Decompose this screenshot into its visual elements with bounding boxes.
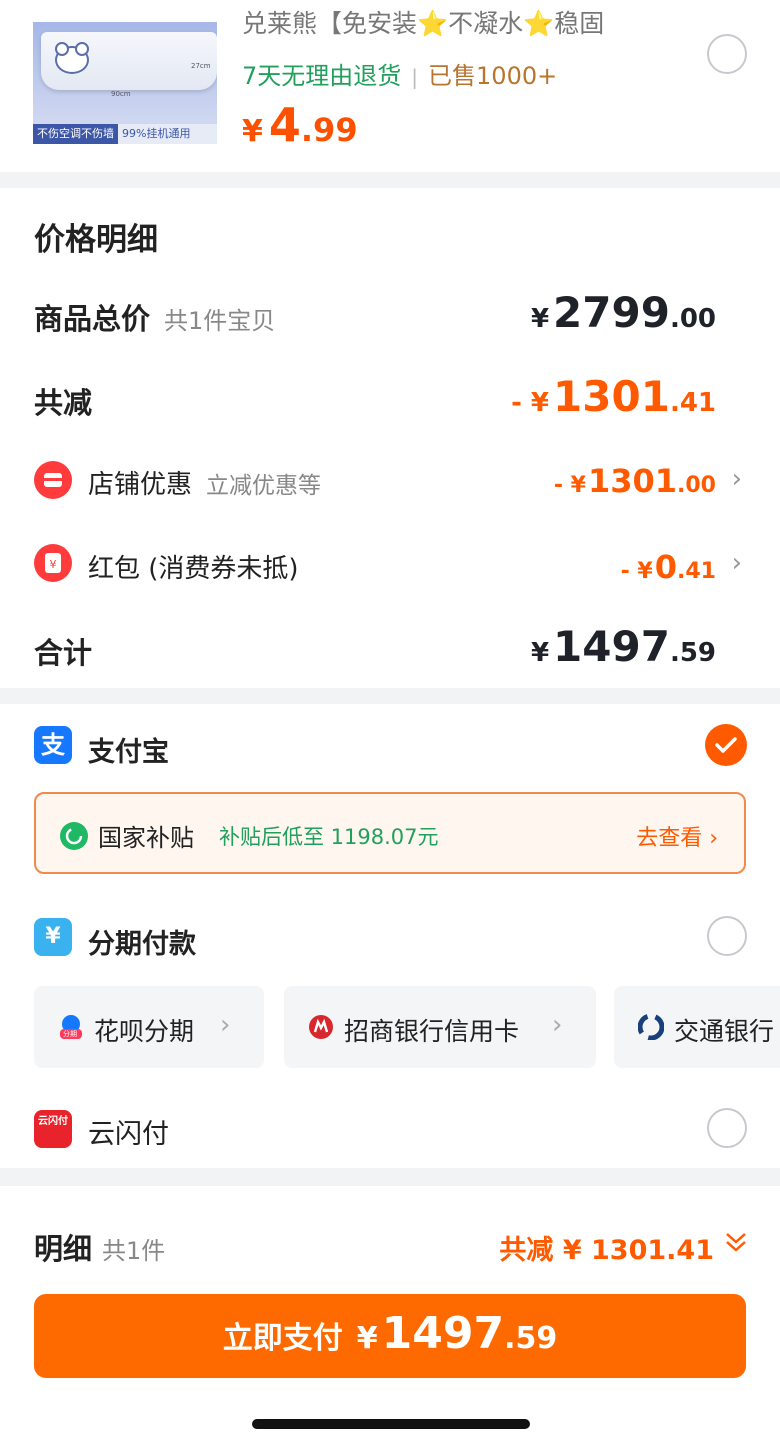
image-tag-left: 不伤空调不伤墙	[33, 124, 118, 144]
chip-huabei[interactable]: 分期 花呗分期 ›	[34, 986, 264, 1068]
shop-discount-amount[interactable]: - ¥1301.00	[554, 462, 716, 500]
price-detail-section: 价格明细 商品总价 共1件宝贝 ¥2799.00 共减 - ¥1301.41 店铺…	[0, 188, 780, 688]
chevron-right-icon: ›	[220, 1010, 231, 1040]
promo-divider: |	[411, 65, 419, 89]
amount-symbol: - ¥	[553, 473, 586, 498]
product-title[interactable]: 兑莱熊【免安装⭐不凝水⭐稳固	[242, 10, 604, 38]
product-image[interactable]: 27cm 90cm 不伤空调不伤墙 99%挂机通用	[33, 22, 217, 144]
amount-integer: 1497	[553, 622, 670, 671]
unionpay-option[interactable]: 云闪付	[88, 1112, 169, 1151]
payment-section: 支 支付宝 国家补贴 补贴后低至 1198.07元 去查看 › ¥ 分期付款 分…	[0, 704, 780, 1168]
summary-label[interactable]: 明细 共1件	[34, 1226, 165, 1268]
amount-decimal: .41	[677, 559, 716, 584]
red-packet-amount[interactable]: - ¥0.41	[621, 548, 716, 586]
amount-integer: 0	[654, 548, 678, 586]
home-indicator[interactable]	[252, 1419, 530, 1429]
amount-integer: 1301	[553, 372, 670, 421]
pay-now-label: 立即支付	[222, 1321, 343, 1356]
pay-now-integer: 1497	[381, 1308, 505, 1359]
total-amount: ¥1497.59	[531, 622, 716, 671]
amount-symbol: ¥	[530, 304, 550, 334]
image-tags: 不伤空调不伤墙 99%挂机通用	[33, 124, 217, 144]
shop-icon	[34, 461, 72, 499]
return-policy: 7天无理由退货	[242, 62, 402, 90]
installment-icon: ¥	[34, 918, 72, 956]
product-promo: 7天无理由退货 | 已售1000+	[242, 56, 557, 91]
image-dimension-a: 90cm	[111, 90, 131, 98]
amount-symbol: - ¥	[620, 559, 653, 584]
pay-now-symbol: ¥	[356, 1321, 378, 1356]
price-integer: 4	[268, 98, 301, 152]
shop-discount-sub: 立减优惠等	[206, 473, 322, 499]
unionpay-radio[interactable]	[707, 1108, 747, 1148]
red-packet-icon: ¥	[34, 544, 72, 582]
amount-decimal: .00	[677, 473, 716, 498]
bottom-bar: 明细 共1件 共减 ¥ 1301.41 立即支付 ¥1497.59	[0, 1186, 780, 1446]
pay-now-decimal: .59	[504, 1321, 558, 1356]
bocom-icon	[637, 1013, 665, 1044]
sold-count: 已售1000+	[428, 62, 558, 90]
amount-symbol: - ¥	[511, 388, 550, 418]
huabei-badge: 分期	[63, 1030, 77, 1038]
chip-label: 花呗分期	[94, 1017, 195, 1046]
product-card[interactable]: 27cm 90cm 不伤空调不伤墙 99%挂机通用 兑莱熊【免安装⭐不凝水⭐稳固…	[0, 0, 780, 172]
total-reduction-label: 共减	[34, 386, 93, 420]
pay-now-content: 立即支付 ¥1497.59	[223, 1308, 558, 1359]
unionpay-icon-text: 云闪付	[38, 1116, 68, 1127]
cmb-icon	[308, 1014, 334, 1044]
price-symbol: ¥	[242, 114, 263, 149]
price-detail-title: 价格明细	[34, 222, 158, 258]
goods-count: 共1件宝贝	[164, 307, 276, 335]
chevron-right-icon: ›	[552, 1010, 563, 1040]
subsidy-description: 补贴后低至 1198.07元	[219, 825, 439, 849]
pay-now-button[interactable]: 立即支付 ¥1497.59	[34, 1294, 746, 1378]
subsidy-label: 国家补贴	[98, 824, 194, 852]
amount-decimal: .41	[669, 388, 716, 418]
shop-discount-text: 店铺优惠	[88, 470, 193, 500]
alipay-option[interactable]: 支付宝	[88, 730, 169, 769]
chip-label: 交通银行	[674, 1017, 775, 1046]
alipay-icon: 支	[34, 726, 72, 764]
total-label: 合计	[34, 636, 93, 670]
subsidy-view-link[interactable]: 去查看 ›	[636, 820, 718, 852]
product-select-radio[interactable]	[707, 34, 747, 74]
alipay-selected-check-icon[interactable]	[705, 724, 747, 766]
unionpay-icon: 云闪付	[34, 1110, 72, 1148]
installment-radio[interactable]	[707, 916, 747, 956]
amount-decimal: .00	[669, 304, 716, 334]
goods-total-text: 商品总价	[34, 302, 151, 336]
chip-cmb[interactable]: 招商银行信用卡 ›	[284, 986, 596, 1068]
air-conditioner-cover-image: 27cm	[41, 32, 217, 90]
product-price: ¥4.99	[242, 98, 358, 152]
amount-integer: 2799	[553, 288, 670, 337]
huabei-icon: 分期	[58, 1014, 84, 1040]
amount-decimal: .59	[669, 638, 716, 668]
summary-count: 共1件	[102, 1237, 166, 1265]
svg-text:¥: ¥	[50, 558, 57, 571]
price-decimal: .99	[300, 111, 358, 149]
bear-logo-icon	[55, 42, 89, 74]
shop-discount-chevron-icon[interactable]: ›	[732, 464, 742, 494]
goods-total-amount: ¥2799.00	[531, 288, 716, 337]
chip-label: 招商银行信用卡	[344, 1017, 520, 1046]
subsidy-refresh-icon	[60, 822, 88, 850]
chip-bocom[interactable]: 交通银行	[614, 986, 780, 1068]
image-tag-right: 99%挂机通用	[118, 124, 217, 144]
red-packet-chevron-icon[interactable]: ›	[732, 548, 742, 578]
national-subsidy-banner[interactable]: 国家补贴 补贴后低至 1198.07元 去查看 ›	[34, 792, 746, 874]
total-reduction-amount: - ¥1301.41	[511, 372, 716, 421]
shop-discount-label[interactable]: 店铺优惠 立减优惠等	[88, 464, 321, 501]
goods-total-label: 商品总价 共1件宝贝	[34, 296, 275, 338]
summary-text: 明细	[34, 1232, 93, 1266]
double-chevron-down-icon[interactable]	[724, 1226, 748, 1256]
red-packet-label[interactable]: 红包 (消费券未抵)	[88, 548, 299, 585]
amount-symbol: ¥	[530, 638, 550, 668]
installment-option[interactable]: 分期付款	[88, 922, 196, 961]
summary-discount[interactable]: 共减 ¥ 1301.41	[499, 1228, 714, 1267]
amount-integer: 1301	[587, 462, 678, 500]
image-dimension-b: 27cm	[191, 62, 211, 70]
